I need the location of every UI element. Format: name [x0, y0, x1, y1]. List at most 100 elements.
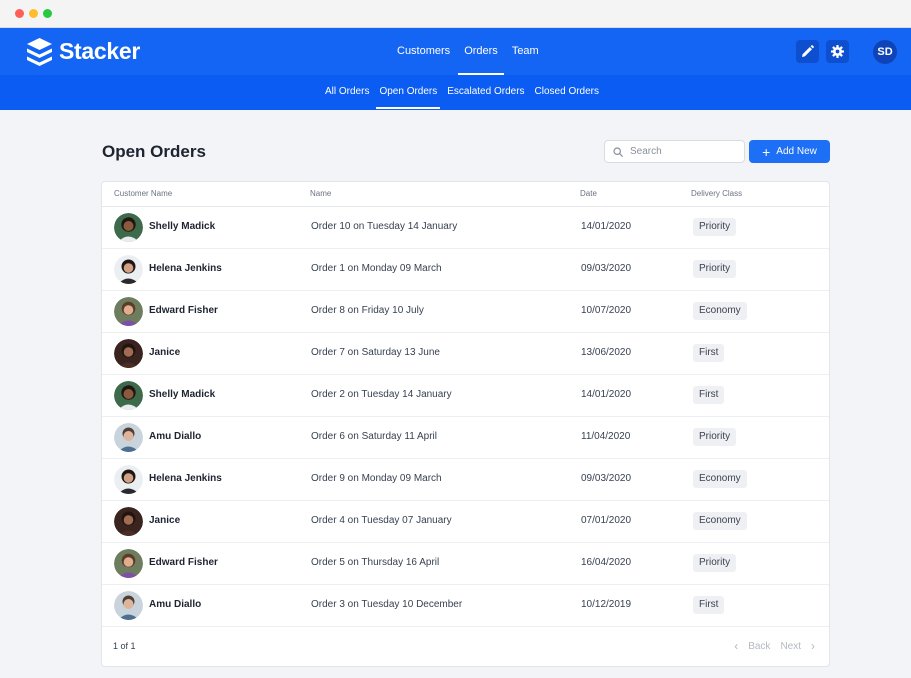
search-input[interactable] — [630, 146, 740, 157]
table-row[interactable]: Janice Order 4 on Tuesday 07 January 07/… — [102, 501, 829, 543]
tab-open-orders[interactable]: Open Orders — [374, 75, 442, 110]
customer-name: Amu Diallo — [149, 599, 202, 610]
order-name: Order 5 on Thursday 16 April — [311, 557, 440, 568]
column-header-date[interactable]: Date — [580, 189, 597, 198]
delivery-class-badge: Economy — [693, 470, 747, 488]
chevron-left-icon[interactable]: ‹ — [734, 639, 738, 653]
customer-name: Shelly Madick — [149, 221, 216, 232]
customer-name: Amu Diallo — [149, 431, 202, 442]
table-row[interactable]: Amu Diallo Order 3 on Tuesday 10 Decembe… — [102, 585, 829, 627]
delivery-class-badge: Priority — [693, 218, 737, 236]
orders-table-card: Customer Name Name Date Delivery Class S… — [101, 181, 830, 667]
table-row[interactable]: Amu Diallo Order 6 on Saturday 11 April … — [102, 417, 829, 459]
customer-name: Edward Fisher — [149, 557, 218, 568]
order-name: Order 1 on Monday 09 March — [311, 263, 442, 274]
table-header: Customer Name Name Date Delivery Class — [102, 182, 829, 207]
order-name: Order 9 on Monday 09 March — [311, 473, 442, 484]
nav-item-customers[interactable]: Customers — [390, 28, 457, 75]
customer-avatar — [114, 255, 143, 284]
table-row[interactable]: Edward Fisher Order 5 on Thursday 16 Apr… — [102, 543, 829, 585]
order-name: Order 6 on Saturday 11 April — [311, 431, 437, 442]
brand-logo[interactable]: Stacker — [26, 36, 140, 67]
order-date: 14/01/2020 — [581, 221, 632, 232]
back-button[interactable]: Back — [748, 641, 770, 652]
add-new-label: Add New — [776, 146, 817, 157]
delivery-class-badge: First — [693, 386, 725, 404]
plus-icon: + — [762, 143, 771, 160]
nav-item-team[interactable]: Team — [505, 28, 546, 75]
delivery-class-badge: Economy — [693, 512, 747, 530]
window-close-button[interactable] — [15, 9, 24, 18]
window-titlebar — [0, 0, 911, 28]
order-name: Order 7 on Saturday 13 June — [311, 347, 440, 358]
delivery-class-badge: First — [693, 344, 725, 362]
primary-nav: Customers Orders Team — [390, 28, 546, 75]
order-name: Order 10 on Tuesday 14 January — [311, 221, 458, 232]
order-name: Order 8 on Friday 10 July — [311, 305, 424, 316]
delivery-class-badge: First — [693, 596, 725, 614]
customer-avatar — [114, 423, 143, 452]
customer-avatar — [114, 465, 143, 494]
delivery-class-badge: Priority — [693, 260, 737, 278]
pagination-controls: ‹ Back Next › — [729, 639, 820, 653]
user-avatar[interactable]: SD — [873, 40, 897, 64]
brand-name: Stacker — [59, 38, 141, 64]
edit-button[interactable] — [796, 40, 819, 63]
table-row[interactable]: Shelly Madick Order 2 on Tuesday 14 Janu… — [102, 375, 829, 417]
order-date: 14/01/2020 — [581, 389, 632, 400]
chevron-right-icon[interactable]: › — [811, 639, 815, 653]
table-footer: 1 of 1 ‹ Back Next › — [102, 628, 829, 666]
delivery-class-badge: Priority — [693, 428, 737, 446]
table-row[interactable]: Edward Fisher Order 8 on Friday 10 July … — [102, 291, 829, 333]
order-date: 07/01/2020 — [581, 515, 632, 526]
customer-avatar — [114, 591, 143, 620]
customer-avatar — [114, 381, 143, 410]
window-zoom-button[interactable] — [43, 9, 52, 18]
delivery-class-badge: Economy — [693, 302, 747, 320]
page-info: 1 of 1 — [113, 641, 136, 651]
order-date: 09/03/2020 — [581, 473, 632, 484]
search-icon — [613, 146, 623, 157]
next-button[interactable]: Next — [780, 641, 801, 652]
order-name: Order 4 on Tuesday 07 January — [311, 515, 452, 526]
order-date: 11/04/2020 — [581, 431, 631, 442]
top-navbar: Stacker Customers Orders Team SD — [0, 28, 911, 75]
order-date: 13/06/2020 — [581, 347, 632, 358]
customer-name: Helena Jenkins — [149, 473, 222, 484]
customer-avatar — [114, 339, 143, 368]
customer-name: Shelly Madick — [149, 389, 216, 400]
column-header-name[interactable]: Name — [310, 189, 331, 198]
order-date: 10/07/2020 — [581, 305, 632, 316]
table-row[interactable]: Shelly Madick Order 10 on Tuesday 14 Jan… — [102, 207, 829, 249]
tab-escalated-orders[interactable]: Escalated Orders — [442, 75, 529, 110]
customer-name: Helena Jenkins — [149, 263, 222, 274]
window-minimize-button[interactable] — [29, 9, 38, 18]
secondary-nav: All Orders Open Orders Escalated Orders … — [0, 75, 911, 110]
customer-name: Janice — [149, 347, 181, 358]
customer-avatar — [114, 507, 143, 536]
tab-closed-orders[interactable]: Closed Orders — [530, 75, 604, 110]
order-name: Order 3 on Tuesday 10 December — [311, 599, 463, 610]
search-box[interactable] — [604, 140, 745, 163]
nav-item-orders[interactable]: Orders — [457, 28, 505, 75]
customer-name: Edward Fisher — [149, 305, 218, 316]
customer-name: Janice — [149, 515, 181, 526]
add-new-button[interactable]: + Add New — [749, 140, 830, 163]
column-header-customer-name[interactable]: Customer Name — [114, 189, 172, 198]
table-row[interactable]: Helena Jenkins Order 9 on Monday 09 Marc… — [102, 459, 829, 501]
order-name: Order 2 on Tuesday 14 January — [311, 389, 452, 400]
table-row[interactable]: Helena Jenkins Order 1 on Monday 09 Marc… — [102, 249, 829, 291]
table-row[interactable]: Janice Order 7 on Saturday 13 June 13/06… — [102, 333, 829, 375]
stacker-logo-icon — [27, 37, 52, 66]
order-date: 10/12/2019 — [581, 599, 632, 610]
delivery-class-badge: Priority — [693, 554, 737, 572]
column-header-delivery-class[interactable]: Delivery Class — [691, 189, 742, 198]
customer-avatar — [114, 213, 143, 242]
page-title: Open Orders — [102, 142, 206, 161]
settings-button[interactable] — [826, 40, 849, 63]
tab-all-orders[interactable]: All Orders — [320, 75, 374, 110]
gear-icon — [831, 45, 844, 58]
order-date: 09/03/2020 — [581, 263, 632, 274]
pencil-icon — [802, 45, 814, 57]
customer-avatar — [114, 297, 143, 326]
